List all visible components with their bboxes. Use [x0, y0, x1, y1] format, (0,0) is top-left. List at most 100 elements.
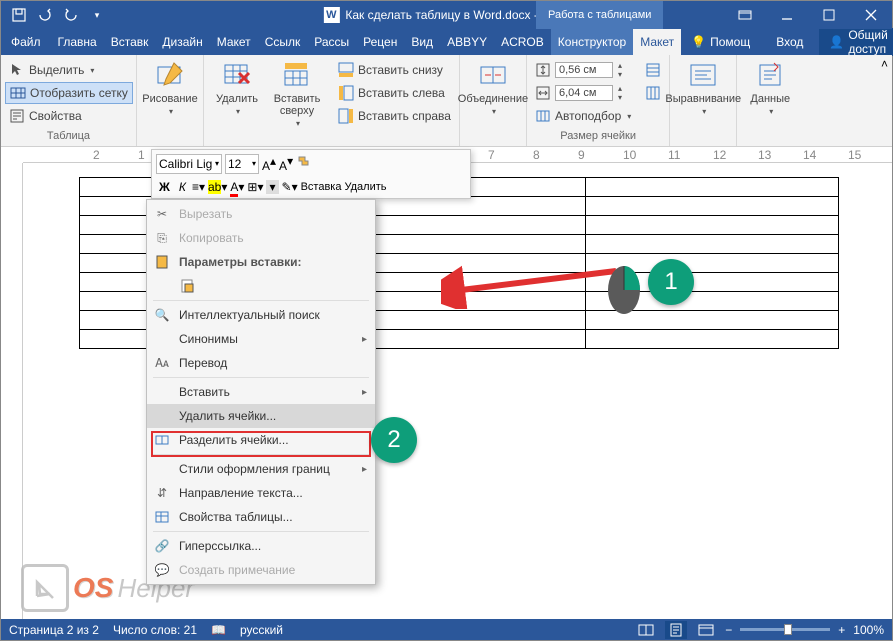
language-status[interactable]: русский: [240, 623, 283, 637]
read-mode-icon[interactable]: [635, 621, 657, 639]
menu-border-styles[interactable]: Стили оформления границ▸: [147, 457, 375, 481]
direction-icon: ⇵: [153, 484, 171, 502]
width-field[interactable]: 6,04 см▴▾: [531, 82, 635, 104]
insert-above-icon: [281, 59, 313, 91]
web-layout-icon[interactable]: [695, 621, 717, 639]
distribute-rows-icon: [645, 62, 661, 78]
select-button[interactable]: Выделить: [5, 59, 133, 81]
group-title-cellsize: Размер ячейки: [531, 128, 665, 144]
distribute-cols-button[interactable]: [641, 82, 665, 104]
width-icon: [535, 85, 551, 101]
height-icon: [535, 62, 551, 78]
menu-translate[interactable]: 🗛Перевод: [147, 351, 375, 375]
copy-icon: ⎘: [153, 229, 171, 247]
menu-delete-cells[interactable]: Удалить ячейки...: [147, 404, 375, 428]
menu-hyperlink[interactable]: 🔗Гиперссылка...: [147, 534, 375, 558]
page-status[interactable]: Страница 2 из 2: [9, 623, 99, 637]
menu-split-cells[interactable]: Разделить ячейки...: [147, 428, 375, 452]
group-rows-cols: Вставить снизу Вставить слева Вставить с…: [330, 55, 460, 146]
menu-text-direction[interactable]: ⇵Направление текста...: [147, 481, 375, 505]
print-layout-icon[interactable]: [665, 621, 687, 639]
minimize-icon[interactable]: [766, 1, 808, 29]
menu-smart-lookup[interactable]: 🔍Интеллектуальный поиск: [147, 303, 375, 327]
italic-button[interactable]: К: [176, 180, 189, 194]
tab-review[interactable]: Рецен: [356, 29, 404, 55]
draw-button[interactable]: Рисование: [141, 57, 199, 118]
window-title: W Как сделать таблицу в Word.docx - Word: [323, 7, 569, 23]
tab-page-layout[interactable]: Макет: [210, 29, 258, 55]
login-button[interactable]: Вход: [766, 35, 813, 49]
properties-icon: [9, 108, 25, 124]
data-button[interactable]: Данные: [741, 57, 799, 118]
qat-customize-icon[interactable]: ▾: [85, 3, 109, 27]
zoom-level[interactable]: 100%: [853, 623, 884, 637]
font-selector[interactable]: Calibri Lig▾: [156, 154, 222, 174]
menu-paste-options: Параметры вставки:: [147, 250, 375, 274]
tab-mailings[interactable]: Рассы: [307, 29, 356, 55]
document-area: 21 123 456 789 101112 131415: [1, 147, 892, 619]
titlebar-right: 💡Помощ Вход 👤Общий доступ: [681, 29, 893, 55]
menu-table-properties[interactable]: Свойства таблицы...: [147, 505, 375, 529]
paste-icon: [153, 253, 171, 271]
tell-me[interactable]: 💡Помощ: [681, 35, 760, 49]
spellcheck-icon[interactable]: 📖: [211, 623, 226, 637]
align-button[interactable]: ≡▾: [192, 180, 205, 194]
table-tools-context: Работа с таблицами: [536, 1, 663, 29]
mini-insert-button[interactable]: Вставка: [301, 181, 342, 193]
tab-table-design[interactable]: Конструктор: [551, 29, 633, 55]
autofit-button[interactable]: Автоподбор: [531, 105, 635, 127]
mini-delete-button[interactable]: Удалить: [344, 181, 386, 193]
tab-home[interactable]: Главна: [51, 29, 104, 55]
size-selector[interactable]: 12▾: [225, 154, 259, 174]
tab-abbyy[interactable]: ABBYY: [440, 29, 494, 55]
vertical-ruler[interactable]: [1, 163, 23, 619]
grow-font-icon[interactable]: A▴: [262, 154, 276, 173]
tab-acrobat[interactable]: ACROB: [494, 29, 551, 55]
insert-above-button[interactable]: Вставить сверху: [268, 57, 326, 130]
menu-synonyms[interactable]: Синонимы▸: [147, 327, 375, 351]
distribute-cols-icon: [645, 85, 661, 101]
menu-paste-option-item[interactable]: [147, 274, 375, 298]
merge-icon: [477, 59, 509, 91]
zoom-in-icon[interactable]: +: [838, 623, 845, 637]
collapse-ribbon-icon[interactable]: ˄: [881, 57, 888, 71]
gridlines-button[interactable]: Отобразить сетку: [5, 82, 133, 104]
tab-file[interactable]: Файл: [1, 29, 51, 55]
zoom-slider[interactable]: [740, 628, 830, 631]
font-color-button[interactable]: A▾: [230, 180, 244, 194]
insert-left-button[interactable]: Вставить слева: [334, 82, 455, 104]
redo-icon[interactable]: [59, 3, 83, 27]
shrink-font-icon[interactable]: A▾: [279, 154, 293, 173]
ribbon-tabs: Файл Главна Вставк Дизайн Макет Ссылк Ра…: [1, 29, 892, 55]
borders-button[interactable]: ⊞▾: [247, 180, 263, 194]
menu-insert[interactable]: Вставить▸: [147, 380, 375, 404]
close-icon[interactable]: [850, 1, 892, 29]
lightbulb-icon: 💡: [691, 35, 706, 49]
ribbon-options-icon[interactable]: [724, 1, 766, 29]
tab-design[interactable]: Дизайн: [155, 29, 209, 55]
merge-button[interactable]: Объединение: [464, 57, 522, 118]
insert-right-button[interactable]: Вставить справа: [334, 105, 455, 127]
annotation-arrow: [441, 259, 631, 309]
word-count[interactable]: Число слов: 21: [113, 623, 197, 637]
properties-button[interactable]: Свойства: [5, 105, 133, 127]
tab-view[interactable]: Вид: [404, 29, 440, 55]
bold-button[interactable]: Ж: [156, 180, 173, 194]
tab-references[interactable]: Ссылк: [258, 29, 308, 55]
maximize-icon[interactable]: [808, 1, 850, 29]
alignment-button[interactable]: Выравнивание: [674, 57, 732, 118]
distribute-rows-button[interactable]: [641, 59, 665, 81]
height-field[interactable]: 0,56 см▴▾: [531, 59, 635, 81]
undo-icon[interactable]: [33, 3, 57, 27]
share-button[interactable]: 👤Общий доступ: [819, 28, 893, 56]
tab-table-layout[interactable]: Макет: [633, 29, 681, 55]
format-painter-icon[interactable]: [296, 155, 310, 172]
shading-button[interactable]: ▾: [266, 180, 278, 194]
styles-button[interactable]: ✎▾: [282, 180, 298, 194]
delete-button[interactable]: Удалить: [208, 57, 266, 118]
highlight-button[interactable]: ab▾: [208, 180, 227, 194]
insert-below-button[interactable]: Вставить снизу: [334, 59, 455, 81]
zoom-out-icon[interactable]: −: [725, 623, 732, 637]
save-icon[interactable]: [7, 3, 31, 27]
tab-insert[interactable]: Вставк: [104, 29, 156, 55]
